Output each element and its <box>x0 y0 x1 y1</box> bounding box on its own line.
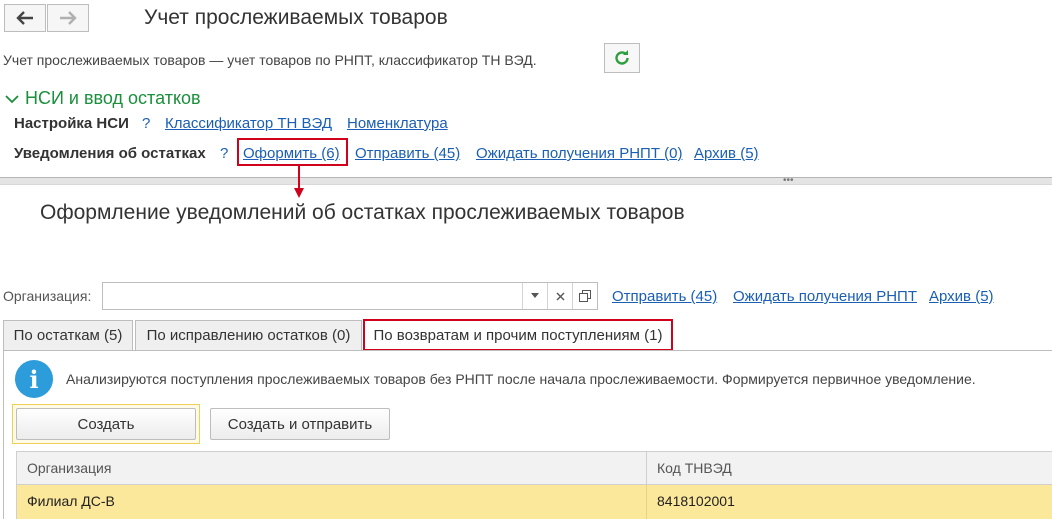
create-and-send-button[interactable]: Создать и отправить <box>210 408 390 440</box>
form-archive-link[interactable]: Архив (5) <box>929 288 994 305</box>
info-icon: i <box>15 360 53 398</box>
tab-balances[interactable]: По остаткам (5) <box>3 320 133 350</box>
cell-organization: Филиал ДС-В <box>17 485 647 519</box>
page-subtitle: Учет прослеживаемых товаров — учет товар… <box>3 52 537 68</box>
classifier-link[interactable]: Классификатор ТН ВЭД <box>165 115 332 132</box>
send-notices-link[interactable]: Отправить (45) <box>355 145 460 162</box>
clear-button[interactable] <box>547 283 572 309</box>
create-notices-link[interactable]: Оформить (6) <box>243 145 340 162</box>
tab-returns-label: По возвратам и прочим поступлениям (1) <box>373 326 663 344</box>
organization-label: Организация: <box>3 288 92 304</box>
dropdown-triangle-icon <box>531 293 539 298</box>
nsi-label: Настройка НСИ <box>14 115 129 132</box>
column-header-tnved-code[interactable]: Код ТНВЭД <box>647 452 1052 484</box>
tab-returns[interactable]: По возвратам и прочим поступлениям (1) <box>363 319 673 351</box>
organization-field[interactable] <box>102 282 598 310</box>
dropdown-button[interactable] <box>522 283 547 309</box>
forward-button[interactable] <box>47 4 89 32</box>
chevron-down-icon <box>5 94 19 103</box>
notices-label: Уведомления об остатках <box>14 145 206 162</box>
tab-corrections[interactable]: По исправлению остатков (0) <box>135 320 362 350</box>
create-button[interactable]: Создать <box>16 408 196 440</box>
nomenclature-link[interactable]: Номенклатура <box>347 115 448 132</box>
tab-balances-label: По остаткам (5) <box>13 327 123 344</box>
page-title: Учет прослеживаемых товаров <box>144 6 448 29</box>
form-send-link[interactable]: Отправить (45) <box>612 288 717 305</box>
arrow-left-icon <box>16 11 33 25</box>
form-wait-link[interactable]: Ожидать получения РНПТ <box>733 288 917 305</box>
section-title: НСИ и ввод остатков <box>25 88 201 108</box>
refresh-icon <box>615 50 629 65</box>
organization-input[interactable] <box>103 283 522 309</box>
table-row[interactable]: Филиал ДС-В 8418102001 <box>17 485 1052 519</box>
table-header: Организация Код ТНВЭД <box>17 452 1052 485</box>
wait-rnpt-link[interactable]: Ожидать получения РНПТ (0) <box>476 145 682 162</box>
create-button-label: Создать <box>77 415 135 433</box>
arrow-right-icon <box>60 11 77 25</box>
splitter[interactable] <box>0 177 1052 185</box>
form-title: Оформление уведомлений об остатках просл… <box>40 201 685 224</box>
info-text: Анализируются поступления прослеживаемых… <box>66 371 976 387</box>
tab-corrections-label: По исправлению остатков (0) <box>146 327 351 344</box>
refresh-button[interactable] <box>604 43 640 73</box>
open-button[interactable] <box>572 283 597 309</box>
create-and-send-button-label: Создать и отправить <box>227 415 373 433</box>
open-window-icon <box>579 290 591 302</box>
column-header-organization[interactable]: Организация <box>17 452 647 484</box>
back-button[interactable] <box>4 4 46 32</box>
close-icon <box>556 292 564 300</box>
arrow-down-indicator-icon <box>294 164 304 198</box>
data-table: Организация Код ТНВЭД Филиал ДС-В 841810… <box>16 451 1052 519</box>
splitter-grip-icon: ••• <box>783 175 794 186</box>
archive-link[interactable]: Архив (5) <box>694 145 759 162</box>
section-header[interactable]: НСИ и ввод остатков <box>5 88 201 109</box>
cell-tnved-code: 8418102001 <box>657 493 735 509</box>
help-icon-2[interactable]: ? <box>220 145 228 162</box>
help-icon[interactable]: ? <box>142 115 150 132</box>
